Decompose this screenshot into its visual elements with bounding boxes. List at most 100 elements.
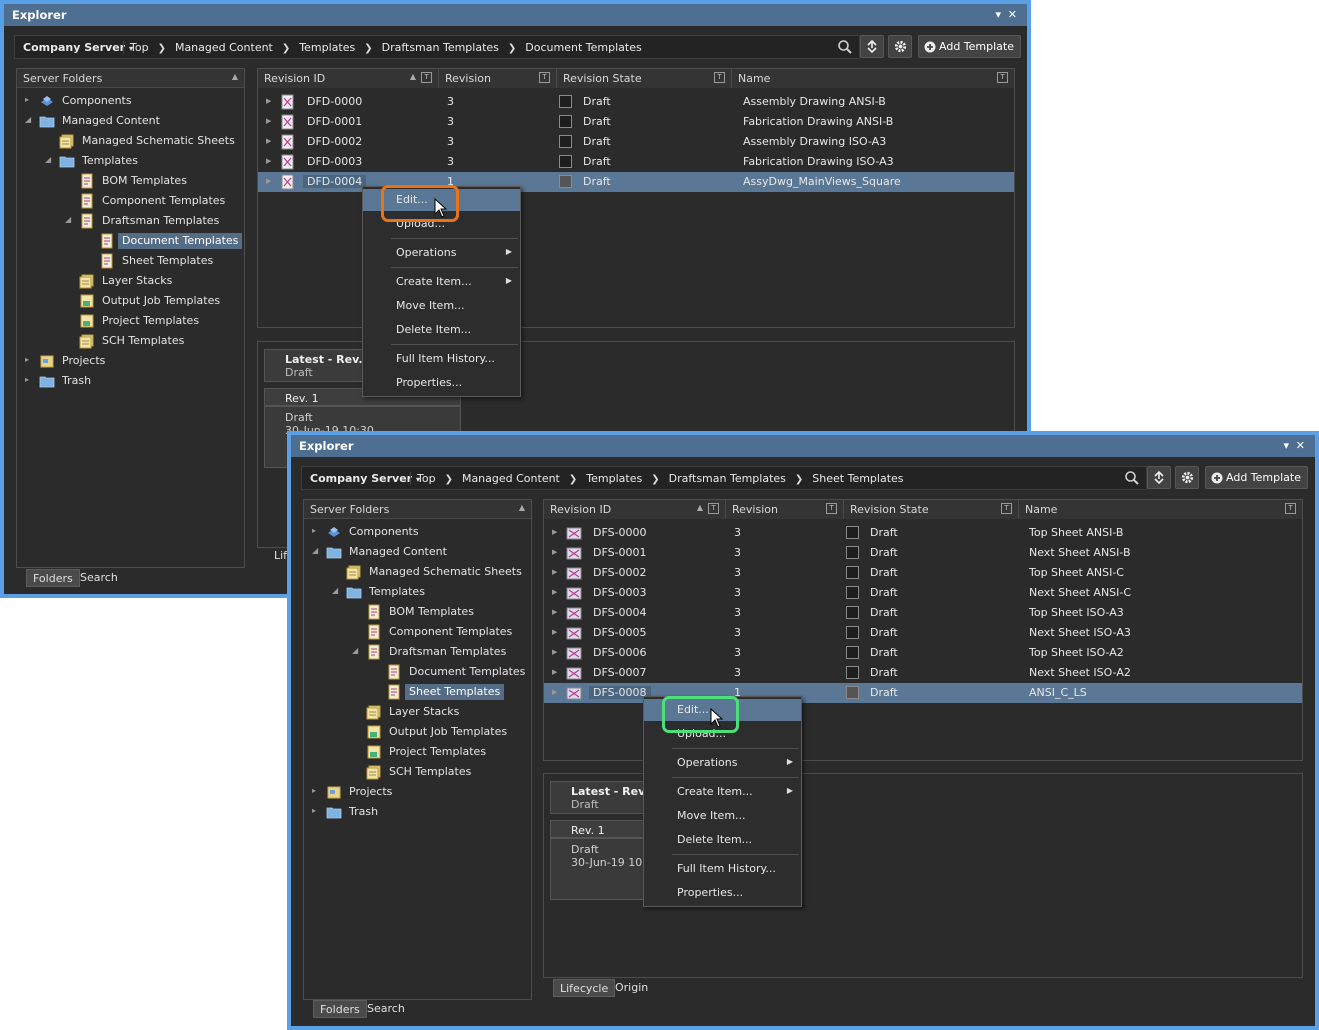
server-selector[interactable]: Company Server ▾ (310, 472, 420, 485)
tab-lifecycle[interactable]: Lifecycle (553, 979, 616, 997)
tree-item[interactable]: Output Job Templates (17, 291, 244, 311)
state-checkbox[interactable] (846, 586, 859, 599)
tree-item[interactable]: SCH Templates (17, 331, 244, 351)
state-checkbox[interactable] (846, 686, 859, 699)
menu-item-move[interactable]: Move Item... (644, 805, 801, 827)
add-template-button[interactable]: Add Template (918, 35, 1021, 58)
menu-item-move[interactable]: Move Item... (363, 295, 520, 317)
table-row[interactable]: ▶ DFD-0002 3 Draft Assembly Drawing ISO-A3 (258, 132, 1014, 152)
tab-search[interactable]: Search (74, 569, 124, 587)
tree-item[interactable]: Layer Stacks (17, 271, 244, 291)
expand-arrow-icon[interactable]: ▸ (25, 95, 29, 104)
expand-arrow-icon[interactable]: ▶ (552, 668, 557, 676)
tree-item[interactable]: Project Templates (17, 311, 244, 331)
tab-search[interactable]: Search (361, 1000, 411, 1018)
expand-arrow-icon[interactable]: ▶ (266, 97, 271, 105)
breadcrumb-item[interactable]: Managed Content (175, 41, 273, 54)
column-header-revision-state[interactable]: Revision State T (844, 500, 1019, 519)
table-row[interactable]: ▶ DFD-0000 3 Draft Assembly Drawing ANSI-B (258, 92, 1014, 112)
expand-arrow-icon[interactable]: ▸ (312, 786, 316, 795)
menu-item-properties[interactable]: Properties... (363, 372, 520, 394)
close-icon[interactable]: ✕ (1008, 8, 1017, 21)
collapse-arrow-icon[interactable]: ◢ (45, 155, 51, 164)
refresh-button[interactable] (1147, 466, 1171, 489)
collapse-arrow-icon[interactable]: ◢ (65, 215, 71, 224)
expand-arrow-icon[interactable]: ▸ (25, 355, 29, 364)
tree-item[interactable]: Managed Schematic Sheets (304, 562, 531, 582)
state-checkbox[interactable] (846, 626, 859, 639)
tree-item[interactable]: ▸ Components (304, 522, 531, 542)
menu-item-create[interactable]: Create Item... ▶ (644, 781, 801, 803)
collapse-arrow-icon[interactable]: ◢ (312, 546, 318, 555)
tree-item[interactable]: ◢ Managed Content (17, 111, 244, 131)
state-checkbox[interactable] (559, 95, 572, 108)
state-checkbox[interactable] (846, 546, 859, 559)
breadcrumb-item[interactable]: Draftsman Templates (382, 41, 499, 54)
expand-arrow-icon[interactable]: ▶ (266, 137, 271, 145)
state-checkbox[interactable] (846, 606, 859, 619)
tab-folders[interactable]: Folders (26, 569, 80, 587)
dropdown-icon[interactable]: ▾ (995, 8, 1001, 21)
tree-item[interactable]: Project Templates (304, 742, 531, 762)
column-header-revision-id[interactable]: Revision ID ▲ T (544, 500, 726, 519)
menu-item-history[interactable]: Full Item History... (644, 858, 801, 880)
expand-arrow-icon[interactable]: ▶ (552, 688, 557, 696)
tree-item[interactable]: BOM Templates (304, 602, 531, 622)
dropdown-icon[interactable]: ▾ (1283, 439, 1289, 452)
state-checkbox[interactable] (559, 135, 572, 148)
state-checkbox[interactable] (559, 155, 572, 168)
state-checkbox[interactable] (846, 646, 859, 659)
breadcrumb-item[interactable]: Draftsman Templates (669, 472, 786, 485)
column-header-revision[interactable]: Revision T (726, 500, 844, 519)
table-row[interactable]: ▶ DFS-0006 3 Draft Top Sheet ISO-A2 (544, 643, 1302, 663)
search-icon[interactable] (1124, 470, 1140, 486)
search-icon[interactable] (837, 39, 853, 55)
expand-arrow-icon[interactable]: ▶ (552, 568, 557, 576)
tree-item[interactable]: Managed Schematic Sheets (17, 131, 244, 151)
tree-item[interactable]: ◢ Draftsman Templates (304, 642, 531, 662)
expand-arrow-icon[interactable]: ▶ (552, 548, 557, 556)
tab-folders[interactable]: Folders (313, 1000, 367, 1018)
menu-item-delete[interactable]: Delete Item... (644, 829, 801, 851)
expand-arrow-icon[interactable]: ▶ (552, 648, 557, 656)
table-row[interactable]: ▶ DFS-0005 3 Draft Next Sheet ISO-A3 (544, 623, 1302, 643)
close-icon[interactable]: ✕ (1296, 439, 1305, 452)
latest-revision-card[interactable]: Latest - Rev. 1 Draft (550, 781, 660, 814)
tree-item[interactable]: Component Templates (17, 191, 244, 211)
tree-item[interactable]: ▸ Projects (304, 782, 531, 802)
column-header-revision[interactable]: Revision T (439, 69, 557, 88)
table-row[interactable]: ▶ DFD-0001 3 Draft Fabrication Drawing ANSI-… (258, 112, 1014, 132)
tree-item[interactable]: ▸ Components (17, 91, 244, 111)
table-row[interactable]: ▶ DFS-0001 3 Draft Next Sheet ANSI-B (544, 543, 1302, 563)
breadcrumb-item[interactable]: Managed Content (462, 472, 560, 485)
expand-arrow-icon[interactable]: ▶ (266, 157, 271, 165)
tree-item[interactable]: Document Templates (304, 662, 531, 682)
add-template-button[interactable]: Add Template (1205, 466, 1308, 489)
expand-arrow-icon[interactable]: ▶ (552, 608, 557, 616)
expand-arrow-icon[interactable]: ▶ (266, 117, 271, 125)
tree-item[interactable]: ◢ Templates (17, 151, 244, 171)
tree-item[interactable]: ▸ Trash (17, 371, 244, 391)
state-checkbox[interactable] (846, 666, 859, 679)
expand-arrow-icon[interactable]: ▸ (25, 375, 29, 384)
state-checkbox[interactable] (559, 115, 572, 128)
menu-item-properties[interactable]: Properties... (644, 882, 801, 904)
breadcrumb-item[interactable]: Top (123, 41, 149, 54)
tree-item[interactable]: Sheet Templates (17, 251, 244, 271)
table-row[interactable]: ▶ DFS-0002 3 Draft Top Sheet ANSI-C (544, 563, 1302, 583)
menu-item-create[interactable]: Create Item... ▶ (363, 271, 520, 293)
tab-origin[interactable]: Origin (609, 979, 654, 997)
collapse-arrow-icon[interactable]: ◢ (25, 115, 31, 124)
expand-arrow-icon[interactable]: ▸ (312, 526, 316, 535)
collapse-icon[interactable]: ▲ (519, 503, 525, 512)
table-row[interactable]: ▶ DFS-0004 3 Draft Top Sheet ISO-A3 (544, 603, 1302, 623)
tree-item[interactable]: Sheet Templates (304, 682, 531, 702)
tree-item[interactable]: BOM Templates (17, 171, 244, 191)
collapse-arrow-icon[interactable]: ◢ (352, 646, 358, 655)
tree-item[interactable]: SCH Templates (304, 762, 531, 782)
menu-item-history[interactable]: Full Item History... (363, 348, 520, 370)
breadcrumb-item[interactable]: Document Templates (525, 41, 641, 54)
table-row[interactable]: ▶ DFD-0003 3 Draft Fabrication Drawing ISO-A… (258, 152, 1014, 172)
settings-button[interactable] (888, 35, 912, 58)
tree-item[interactable]: ▸ Projects (17, 351, 244, 371)
